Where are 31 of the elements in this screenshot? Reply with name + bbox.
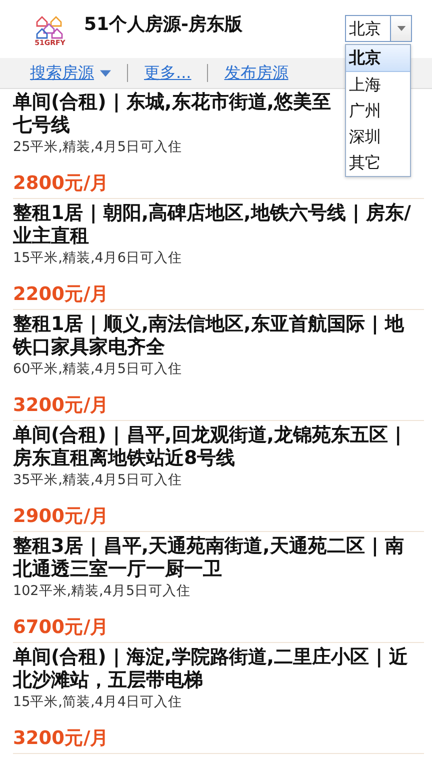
price-text: 2800元/月 bbox=[13, 172, 110, 196]
listing-details: 25平米,精装,4月5日可入住 bbox=[13, 138, 183, 157]
listing-title[interactable]: 单间(合租) | 昌平,回龙观街道,龙锦苑东五区 | 房东直租离地铁站近8号线 bbox=[13, 424, 418, 470]
app-title: 51个人房源-房东版 bbox=[84, 13, 243, 36]
caret-icon bbox=[100, 70, 111, 76]
listing-title[interactable]: 单间(合租) | 东城,东花市街道,悠美至七号线 bbox=[13, 91, 335, 137]
houses-logo-icon bbox=[35, 15, 65, 39]
city-option[interactable]: 广州 bbox=[346, 98, 410, 124]
listing-details: 15平米,简装,4月4日可入住 bbox=[13, 693, 183, 712]
price-text: 2900元/月 bbox=[13, 505, 110, 529]
listing-details: 15平米,精装,4月6日可入住 bbox=[13, 249, 183, 268]
listing-details: 102平米,精装,4月5日可入住 bbox=[13, 582, 192, 601]
city-option[interactable]: 上海 bbox=[346, 72, 410, 98]
city-select[interactable]: 北京 bbox=[345, 15, 412, 42]
city-option[interactable]: 深圳 bbox=[346, 124, 410, 150]
listing-details: 35平米,精装,4月5日可入住 bbox=[13, 471, 183, 490]
price-text: 6700元/月 bbox=[13, 616, 110, 640]
nav-link[interactable]: 发布房源 bbox=[224, 62, 288, 84]
listing-details: 60平米,精装,4月5日可入住 bbox=[13, 360, 183, 379]
price-text: 3200元/月 bbox=[13, 394, 110, 418]
city-option[interactable]: 其它 bbox=[346, 150, 410, 176]
nav-link[interactable]: 搜索房源 bbox=[30, 62, 111, 84]
listing-title[interactable]: 整租1居 | 朝阳,高碑店地区,地铁六号线 | 房东/业主直租 bbox=[13, 202, 418, 248]
nav-link[interactable]: 更多... bbox=[144, 62, 192, 84]
city-option[interactable]: 北京 bbox=[346, 45, 410, 72]
price-text: 3200元/月 bbox=[13, 727, 110, 751]
caret-icon bbox=[396, 26, 406, 31]
listing-title[interactable]: 整租1居 | 顺义,南法信地区,东亚首航国际 | 地铁口家具家电齐全 bbox=[13, 313, 418, 359]
price-text: 2200元/月 bbox=[13, 283, 110, 307]
listing-title[interactable]: 整租3居 | 昌平,天通苑南街道,天通苑二区 | 南北通透三室一厅一厨一卫 bbox=[13, 535, 418, 581]
listing-title[interactable]: 单间(合租) | 海淀,学院路街道,二里庄小区 | 近北沙滩站，五层带电梯 bbox=[13, 646, 418, 692]
